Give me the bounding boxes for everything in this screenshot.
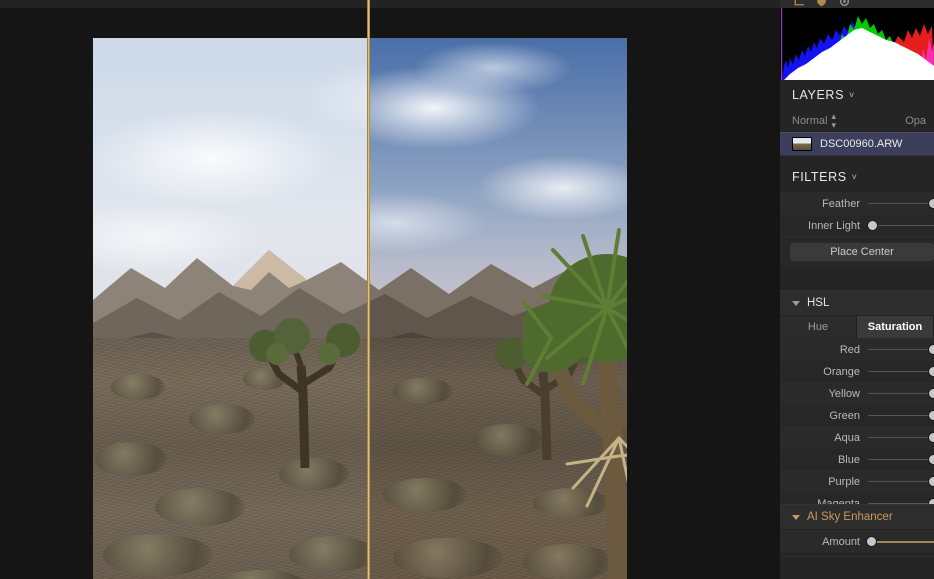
gear-icon[interactable] [838,0,851,8]
slider-track[interactable] [866,427,934,449]
filters-header[interactable]: FILTERS ˅ [780,162,934,192]
place-center-button[interactable]: Place Center [790,242,934,261]
blend-mode-value: Normal [792,115,828,127]
tab-hue[interactable]: Hue [780,316,857,338]
before-after-divider[interactable] [367,0,370,579]
filters-title: FILTERS [792,170,847,184]
slider-track[interactable] [866,361,934,383]
panel-toolbar [780,0,934,8]
blend-mode-row[interactable]: Normal ▴ ▾ Opa [780,110,934,132]
hsl-tabs: Hue Saturation [780,316,934,338]
hsl-header[interactable]: HSL [780,290,934,316]
slider-inner-light[interactable]: Inner Light [780,214,934,236]
layer-row-selected[interactable]: DSC00960.ARW [780,132,934,156]
chevron-down-icon[interactable]: ˅ [852,172,858,182]
slider-knob[interactable] [929,198,934,208]
ai-sky-enhancer-title: AI Sky Enhancer [807,511,893,523]
ai-sky-enhancer-section: AI Sky Enhancer Amount [780,504,934,552]
slider-label: Amount [822,535,860,548]
slider-track[interactable] [866,531,934,553]
slider-label: Inner Light [808,219,860,232]
before-view [93,38,368,579]
ai-sky-enhancer-header[interactable]: AI Sky Enhancer [780,504,934,530]
filters-section: FILTERS ˅ Feather Inner Light Place Cent… [780,162,934,266]
chevron-down-icon[interactable]: ˅ [849,90,855,100]
hsl-title: HSL [807,297,830,309]
slider-knob[interactable] [929,410,934,420]
panel-footer [780,556,934,579]
slider-track[interactable] [866,339,934,361]
slider-knob[interactable] [867,536,877,546]
slider-knob[interactable] [929,366,934,376]
slider-knob[interactable] [929,454,934,464]
slider-orange[interactable]: Orange [780,360,934,382]
hsl-section: HSL Hue Saturation Red Orange Yellow Gre… [780,290,934,514]
crop-icon[interactable] [792,0,805,8]
layer-name: DSC00960.ARW [820,138,903,150]
opacity-label: Opa [905,115,926,127]
slider-track[interactable] [866,449,934,471]
joshua-tree-foreground [523,188,627,579]
slider-label: Purple [828,475,860,488]
slider-label: Yellow [828,387,860,400]
layers-header[interactable]: LAYERS ˅ [780,80,934,110]
slider-track[interactable] [866,215,934,237]
slider-green[interactable]: Green [780,404,934,426]
slider-knob[interactable] [929,432,934,442]
photo-preview[interactable] [93,38,627,579]
slider-track[interactable] [866,471,934,493]
slider-track[interactable] [866,405,934,427]
layer-thumbnail [792,137,812,151]
slider-track[interactable] [866,383,934,405]
after-view [368,38,627,579]
slider-knob[interactable] [929,476,934,486]
slider-purple[interactable]: Purple [780,470,934,492]
slider-red[interactable]: Red [780,338,934,360]
slider-label: Orange [823,365,860,378]
slider-blue[interactable]: Blue [780,448,934,470]
joshua-tree-before [243,288,368,468]
slider-label: Green [829,409,860,422]
shield-icon[interactable] [815,0,828,8]
layers-title: LAYERS [792,88,845,102]
slider-aqua[interactable]: Aqua [780,426,934,448]
place-center-row: Place Center [780,236,934,266]
slider-feather[interactable]: Feather [780,192,934,214]
photo-editor-window: LAYERS ˅ Normal ▴ ▾ Opa DSC00960.ARW FILT… [0,0,934,579]
slider-knob[interactable] [929,388,934,398]
layers-section: LAYERS ˅ Normal ▴ ▾ Opa DSC00960.ARW [780,80,934,156]
canvas-topbar [0,0,780,8]
up-down-stepper-icon[interactable]: ▴ ▾ [831,112,836,130]
slider-knob[interactable] [868,220,878,230]
triangle-down-icon[interactable] [792,300,800,306]
slider-yellow[interactable]: Yellow [780,382,934,404]
slider-amount[interactable]: Amount [780,530,934,552]
slider-track[interactable] [866,193,934,215]
slider-label: Aqua [834,431,860,444]
slider-knob[interactable] [929,344,934,354]
slider-label: Feather [822,197,860,210]
rgb-histogram [780,8,934,80]
slider-label: Red [839,343,860,356]
right-sidebar: LAYERS ˅ Normal ▴ ▾ Opa DSC00960.ARW FILT… [780,0,934,579]
image-canvas[interactable] [0,0,780,579]
triangle-down-icon[interactable] [792,514,800,520]
slider-label: Blue [837,453,860,466]
tab-saturation[interactable]: Saturation [857,316,934,338]
